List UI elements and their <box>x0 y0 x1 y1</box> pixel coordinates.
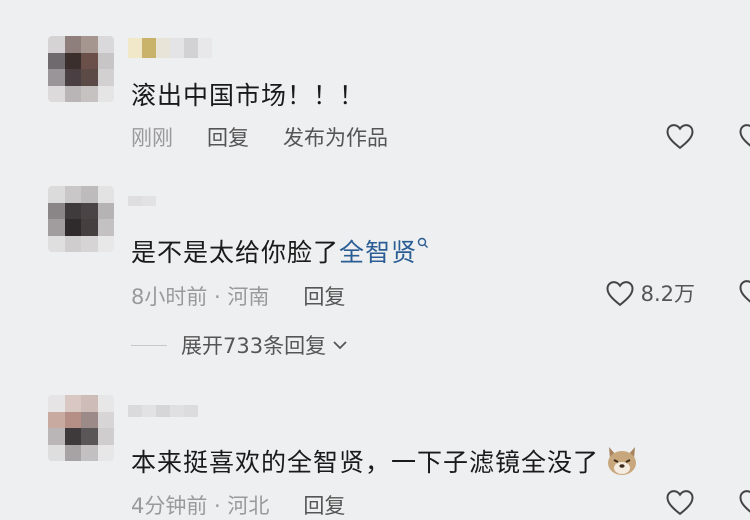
comment-text: 滚出中国市场！！！ <box>131 81 366 110</box>
heart-icon[interactable] <box>738 278 750 310</box>
comment-meta: 8小时前 · 河南 回复 <box>131 281 345 311</box>
search-link[interactable]: 全智贤 <box>339 238 417 267</box>
divider <box>131 344 167 346</box>
heart-icon <box>666 490 694 516</box>
dog-emoji-icon <box>605 445 639 483</box>
comment-meta: 刚刚 回复 发布为作品 <box>131 122 388 152</box>
username-blurred[interactable] <box>128 38 212 58</box>
heart-icon <box>606 281 634 307</box>
expand-replies-button[interactable]: 展开733条回复 <box>131 330 348 360</box>
heart-icon[interactable] <box>738 488 750 520</box>
avatar[interactable] <box>48 186 114 252</box>
heart-icon <box>666 124 694 150</box>
comment-text: 是不是太给你脸了全智贤 <box>131 233 429 269</box>
like-button[interactable] <box>665 122 695 150</box>
heart-icon[interactable] <box>738 122 750 154</box>
reply-button[interactable]: 回复 <box>207 122 249 152</box>
avatar[interactable] <box>48 395 114 461</box>
comment-text: 本来挺喜欢的全智贤，一下子滤镜全没了 <box>131 443 639 483</box>
like-count: 8.2万 <box>640 282 695 306</box>
comment-text-prefix: 是不是太给你脸了 <box>131 238 340 267</box>
search-icon[interactable] <box>417 237 429 249</box>
reply-button[interactable]: 回复 <box>303 490 345 520</box>
comment-time-location: 4分钟前 · 河北 <box>131 494 270 518</box>
chevron-down-icon <box>333 341 347 350</box>
publish-as-work-button[interactable]: 发布为作品 <box>283 122 388 152</box>
username-blurred[interactable] <box>128 196 156 206</box>
comment-text-body: 本来挺喜欢的全智贤，一下子滤镜全没了 <box>131 448 600 477</box>
reply-button[interactable]: 回复 <box>303 281 345 311</box>
username-blurred[interactable] <box>128 405 198 417</box>
comment-time: 刚刚 <box>131 126 173 150</box>
expand-replies-label: 展开733条回复 <box>181 334 327 358</box>
avatar[interactable] <box>48 36 114 102</box>
comment-time-location: 8小时前 · 河南 <box>131 285 270 309</box>
like-button[interactable] <box>665 488 695 516</box>
like-button[interactable]: 8.2万 <box>605 278 695 308</box>
comment-meta: 4分钟前 · 河北 回复 <box>131 490 345 520</box>
